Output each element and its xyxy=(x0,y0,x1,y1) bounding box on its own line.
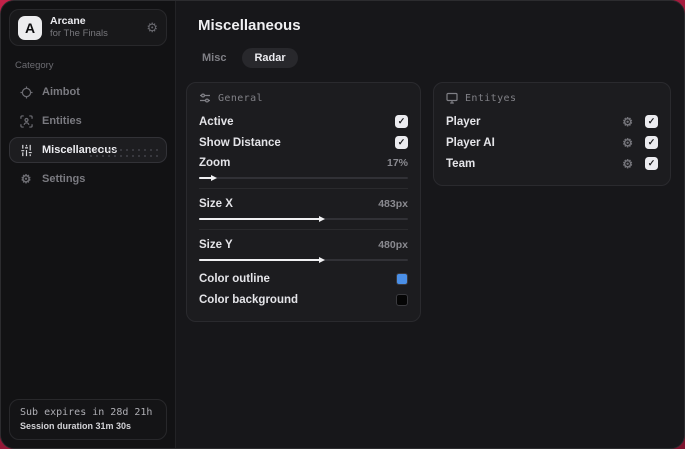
panel-title: Entityes xyxy=(465,92,517,104)
setting-label: Show Distance xyxy=(199,136,281,149)
panel-title: General xyxy=(218,92,263,104)
tab-misc[interactable]: Misc xyxy=(190,48,238,68)
entity-row-team: Team ⚙ ✓ xyxy=(446,153,658,174)
player-ai-checkbox[interactable]: ✓ xyxy=(645,136,658,149)
sidebar: A Arcane for The Finals ⚙ Category Aimbo… xyxy=(1,1,176,448)
entities-scan-icon xyxy=(19,114,33,128)
sidebar-item-miscellaneous[interactable]: Miscellaneous xyxy=(9,137,167,163)
app-window: A Arcane for The Finals ⚙ Category Aimbo… xyxy=(0,0,685,449)
size-y-slider-thumb[interactable] xyxy=(199,256,326,263)
team-checkbox[interactable]: ✓ xyxy=(645,157,658,170)
zoom-value: 17% xyxy=(386,156,408,169)
zoom-slider-thumb[interactable] xyxy=(199,174,216,181)
sidebar-item-label: Settings xyxy=(42,173,86,185)
app-logo: A xyxy=(18,15,42,40)
main-content: Miscellaneous Misc Radar General Active … xyxy=(176,1,684,448)
team-settings-gear-icon[interactable]: ⚙ xyxy=(622,158,633,170)
size-x-slider[interactable] xyxy=(199,214,408,224)
page-title: Miscellaneous xyxy=(198,17,301,34)
active-checkbox[interactable]: ✓ xyxy=(395,115,408,128)
sidebar-item-label: Miscellaneous xyxy=(42,144,118,156)
player-ai-settings-gear-icon[interactable]: ⚙ xyxy=(622,137,633,149)
tab-radar[interactable]: Radar xyxy=(242,48,298,68)
setting-label: Zoom xyxy=(199,156,231,169)
show-distance-checkbox[interactable]: ✓ xyxy=(395,136,408,149)
sidebar-item-label: Entities xyxy=(42,115,82,127)
gear-icon: ⚙ xyxy=(20,172,32,186)
zoom-slider[interactable] xyxy=(199,173,408,183)
general-panel: General Active ✓ Show Distance ✓ Zoom 17… xyxy=(186,82,421,322)
setting-label: Size Y xyxy=(199,238,233,251)
sidebar-item-label: Aimbot xyxy=(42,86,80,98)
color-outline-swatch[interactable] xyxy=(396,272,408,285)
entity-label: Player AI xyxy=(446,136,495,149)
size-x-value: 483px xyxy=(378,197,408,210)
tab-bar: Misc Radar xyxy=(190,48,672,68)
entity-label: Player xyxy=(446,115,481,128)
divider xyxy=(199,229,408,230)
color-background-swatch[interactable] xyxy=(396,293,408,306)
sidebar-item-aimbot[interactable]: Aimbot xyxy=(9,79,167,105)
size-y-value: 480px xyxy=(378,238,408,251)
entity-row-player-ai: Player AI ⚙ ✓ xyxy=(446,132,658,153)
size-y-slider[interactable] xyxy=(199,255,408,265)
setting-label: Color background xyxy=(199,293,299,306)
size-x-slider-thumb[interactable] xyxy=(199,215,326,222)
sliders-icon xyxy=(19,144,33,157)
category-label: Category xyxy=(15,60,54,71)
session-duration-text: Session duration 31m 30s xyxy=(20,421,132,431)
player-checkbox[interactable]: ✓ xyxy=(645,115,658,128)
divider xyxy=(199,188,408,189)
entity-label: Team xyxy=(446,157,476,170)
setting-row-active: Active ✓ xyxy=(199,111,408,132)
sub-expires-text: Sub expires in 28d 21h xyxy=(20,407,153,418)
setting-label: Size X xyxy=(199,197,233,210)
player-settings-gear-icon[interactable]: ⚙ xyxy=(622,116,633,128)
setting-row-color-background: Color background xyxy=(199,289,408,310)
tune-icon xyxy=(200,93,210,103)
setting-row-size-x: Size X 483px xyxy=(199,194,408,213)
setting-row-size-y: Size Y 480px xyxy=(199,235,408,254)
monitor-icon xyxy=(446,92,458,104)
setting-label: Color outline xyxy=(199,272,270,285)
subscription-card: Sub expires in 28d 21h Session duration … xyxy=(9,399,167,440)
sidebar-item-entities[interactable]: Entities xyxy=(9,108,167,134)
crosshair-icon xyxy=(19,85,33,99)
sidebar-item-settings[interactable]: ⚙ Settings xyxy=(9,166,167,192)
setting-row-zoom: Zoom 17% xyxy=(199,153,408,172)
app-name: Arcane xyxy=(50,15,86,27)
setting-row-color-outline: Color outline xyxy=(199,268,408,289)
app-subtitle: for The Finals xyxy=(50,28,108,40)
setting-label: Active xyxy=(199,115,234,128)
brand-card: A Arcane for The Finals ⚙ xyxy=(9,9,167,46)
entity-row-player: Player ⚙ ✓ xyxy=(446,111,658,132)
setting-row-show-distance: Show Distance ✓ xyxy=(199,132,408,153)
entities-panel: Entityes Player ⚙ ✓ Player AI ⚙ ✓ Team ⚙… xyxy=(433,82,671,186)
brand-gear-icon[interactable]: ⚙ xyxy=(146,21,158,34)
